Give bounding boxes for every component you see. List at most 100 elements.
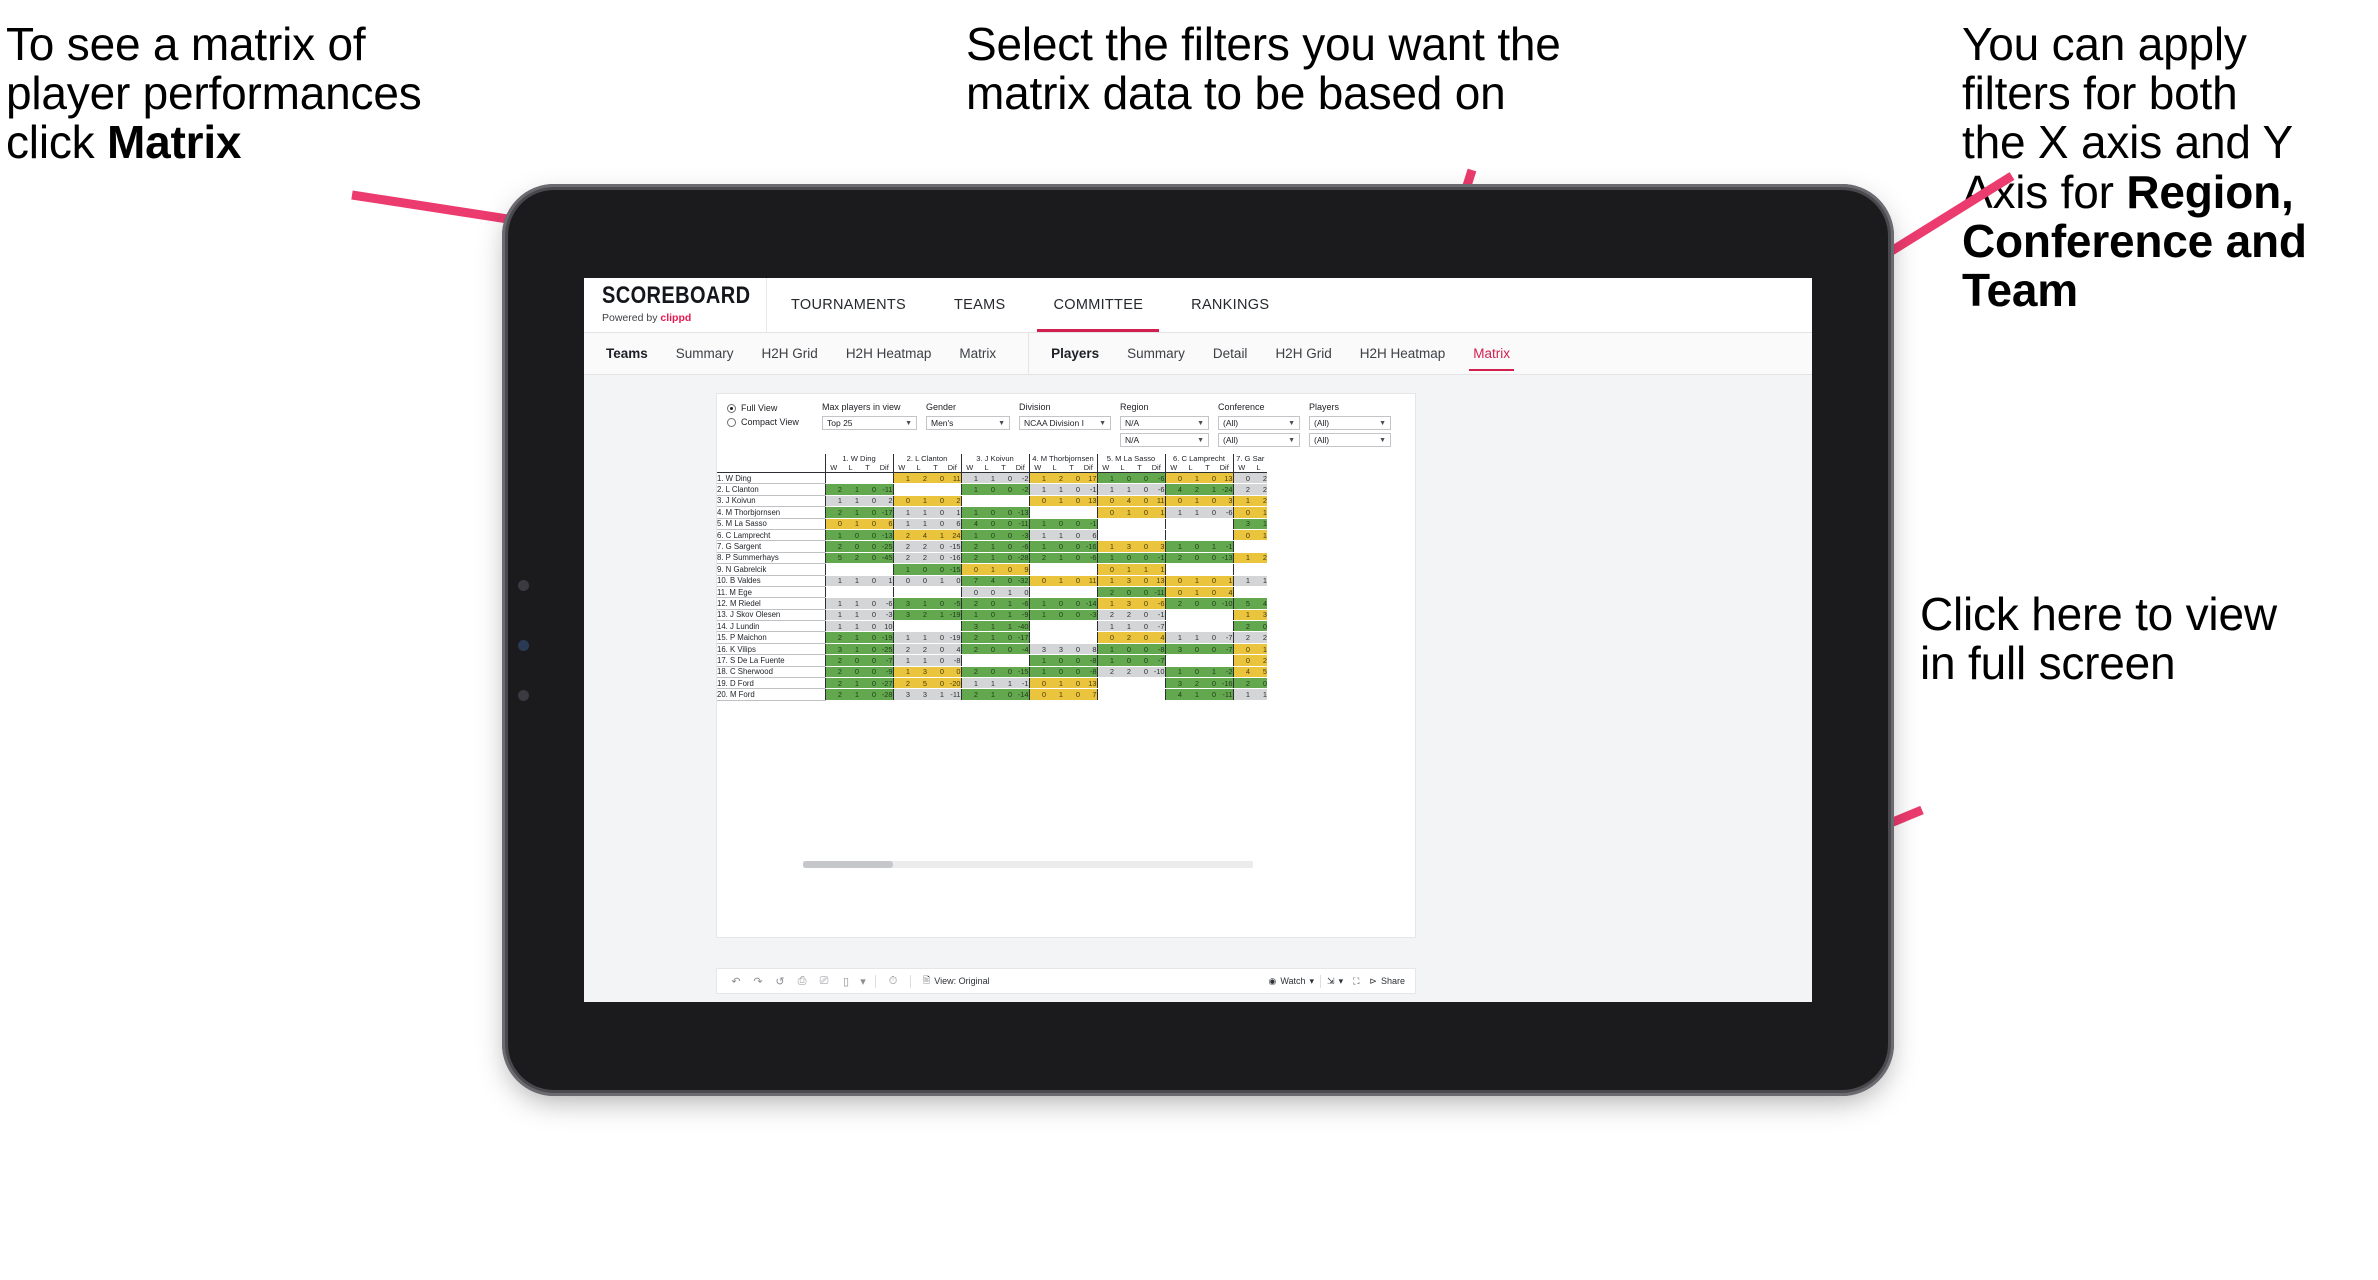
matrix-cell[interactable]: -1: [1148, 552, 1165, 565]
matrix-cell[interactable]: 0: [1114, 654, 1131, 667]
matrix-cell[interactable]: -8: [1080, 666, 1097, 679]
table-row[interactable]: 18. C Sherwood 2 0 0 -9 1 3 0 0 2 0 0 -15 1 0 0 -8 2 2 0 -10…: [717, 665, 1267, 679]
matrix-cell[interactable]: 5: [824, 552, 842, 565]
matrix-cell[interactable]: [1182, 609, 1199, 622]
matrix-cell[interactable]: [1232, 563, 1250, 576]
matrix-cell[interactable]: 5: [1250, 666, 1267, 679]
matrix-cell[interactable]: 0: [927, 518, 944, 530]
matrix-cell[interactable]: 1: [1114, 563, 1131, 576]
matrix-cell[interactable]: 1: [1114, 620, 1131, 633]
matrix-cell[interactable]: -24: [1216, 483, 1233, 496]
matrix-cell[interactable]: 1: [1046, 495, 1063, 508]
matrix-cell[interactable]: [1046, 631, 1063, 644]
matrix-cell[interactable]: 3: [1250, 609, 1267, 622]
matrix-cell[interactable]: 2: [910, 472, 927, 485]
matrix-cell[interactable]: 2: [1250, 654, 1267, 667]
matrix-cell[interactable]: 3: [892, 597, 910, 610]
matrix-cell[interactable]: [1182, 620, 1199, 633]
matrix-cell[interactable]: 0: [859, 677, 876, 690]
matrix-cell[interactable]: 2: [1250, 631, 1267, 644]
table-row[interactable]: 12. M Riedel 1 1 0 -6 3 1 0 -5 2 0 1 -6 1 0 0 -14 1 3 0 -6 2 0…: [717, 597, 1267, 610]
table-row[interactable]: 15. P Maichon 2 1 0 -19 1 1 0 -19 2 1 0 -17 0 2 0 4 1 1 0 -7…: [717, 631, 1267, 644]
matrix-cell[interactable]: 1: [1250, 643, 1267, 656]
matrix-cell[interactable]: [1216, 654, 1233, 667]
matrix-cell[interactable]: 0: [1131, 597, 1148, 610]
matrix-cell[interactable]: [1148, 518, 1165, 530]
matrix-cell[interactable]: 1: [960, 677, 978, 690]
matrix-cell[interactable]: 0: [1046, 597, 1063, 610]
matrix-cell[interactable]: 1: [978, 472, 995, 485]
matrix-cell[interactable]: -7: [1148, 654, 1165, 667]
matrix-cell[interactable]: -7: [1216, 631, 1233, 644]
matrix-cell[interactable]: 1: [1028, 654, 1046, 667]
matrix-cell[interactable]: [944, 483, 961, 496]
matrix-cell[interactable]: 1: [960, 609, 978, 622]
matrix-cell[interactable]: 4: [960, 518, 978, 530]
matrix-cell[interactable]: [1182, 529, 1199, 542]
matrix-cell[interactable]: 4: [1232, 666, 1250, 679]
matrix-cell[interactable]: [876, 472, 893, 485]
matrix-cell[interactable]: 0: [978, 609, 995, 622]
matrix-cell[interactable]: [1114, 688, 1131, 701]
matrix-cell[interactable]: 0: [1063, 518, 1080, 530]
matrix-cell[interactable]: 0: [1250, 620, 1267, 633]
view-mode-full[interactable]: Full View: [727, 403, 813, 413]
matrix-cell[interactable]: 2: [960, 552, 978, 565]
matrix-cell[interactable]: [978, 654, 995, 667]
horizontal-scrollbar[interactable]: [803, 861, 1253, 868]
matrix-cell[interactable]: [910, 586, 927, 599]
matrix-cell[interactable]: 1: [1182, 472, 1199, 485]
matrix-cell[interactable]: -6: [1012, 597, 1029, 610]
matrix-cell[interactable]: 0: [978, 518, 995, 530]
matrix-cell[interactable]: 2: [824, 654, 842, 667]
matrix-cell[interactable]: 0: [1199, 586, 1216, 599]
matrix-cell[interactable]: 1: [978, 688, 995, 701]
matrix-cell[interactable]: 6: [944, 518, 961, 530]
matrix-cell[interactable]: 1: [978, 540, 995, 553]
matrix-cell[interactable]: 13: [1148, 575, 1165, 587]
matrix-cell[interactable]: 1: [960, 472, 978, 485]
matrix-cell[interactable]: [1063, 586, 1080, 599]
matrix-cell[interactable]: 1: [1232, 688, 1250, 701]
scrollbar-thumb[interactable]: [803, 861, 893, 868]
matrix-cell[interactable]: 2: [1164, 552, 1182, 565]
matrix-cell[interactable]: -8: [1080, 654, 1097, 667]
matrix-cell[interactable]: 0: [1028, 688, 1046, 701]
matrix-cell[interactable]: 0: [1063, 609, 1080, 622]
matrix-cell[interactable]: 3: [892, 609, 910, 622]
matrix-cell[interactable]: -6: [1080, 552, 1097, 565]
subnav-item-teams-h2h-grid[interactable]: H2H Grid: [748, 333, 832, 374]
matrix-cell[interactable]: 1: [842, 597, 859, 610]
matrix-cell[interactable]: 1: [1096, 552, 1114, 565]
matrix-cell[interactable]: 0: [1046, 666, 1063, 679]
matrix-cell[interactable]: 0: [842, 529, 859, 542]
matrix-cell[interactable]: -13: [1216, 552, 1233, 565]
matrix-cell[interactable]: 1: [960, 483, 978, 496]
matrix-cell[interactable]: 1: [1216, 575, 1233, 587]
matrix-cell[interactable]: 4: [1164, 483, 1182, 496]
matrix-cell[interactable]: 0: [1063, 552, 1080, 565]
matrix-cell[interactable]: [1063, 563, 1080, 576]
matrix-cell[interactable]: -11: [944, 688, 961, 701]
matrix-cell[interactable]: 1: [892, 563, 910, 576]
matrix-cell[interactable]: 0: [995, 563, 1012, 576]
matrix-cell[interactable]: [927, 586, 944, 599]
matrix-cell[interactable]: 0: [1131, 575, 1148, 587]
matrix-cell[interactable]: 1: [995, 677, 1012, 690]
table-row[interactable]: 6. C Lamprecht 1 0 0 -13 2 4 1 24 1 0 0 -3 1 1 0 6 0 1: [717, 528, 1267, 542]
matrix-cell[interactable]: 2: [892, 529, 910, 542]
matrix-cell[interactable]: [1148, 688, 1165, 701]
matrix-cell[interactable]: 1: [1148, 506, 1165, 519]
matrix-cell[interactable]: 11: [944, 472, 961, 485]
matrix-cell[interactable]: -32: [1012, 575, 1029, 587]
matrix-cell[interactable]: 0: [1046, 609, 1063, 622]
matrix-cell[interactable]: -3: [876, 609, 893, 622]
subnav-item-teams-h2h-heatmap[interactable]: H2H Heatmap: [832, 333, 946, 374]
matrix-cell[interactable]: -7: [1216, 643, 1233, 656]
matrix-cell[interactable]: [1182, 518, 1199, 530]
matrix-cell[interactable]: 0: [1164, 472, 1182, 485]
matrix-cell[interactable]: 0: [1096, 631, 1114, 644]
matrix-cell[interactable]: 0: [910, 575, 927, 587]
matrix-cell[interactable]: 1: [824, 597, 842, 610]
matrix-cell[interactable]: 1: [910, 597, 927, 610]
